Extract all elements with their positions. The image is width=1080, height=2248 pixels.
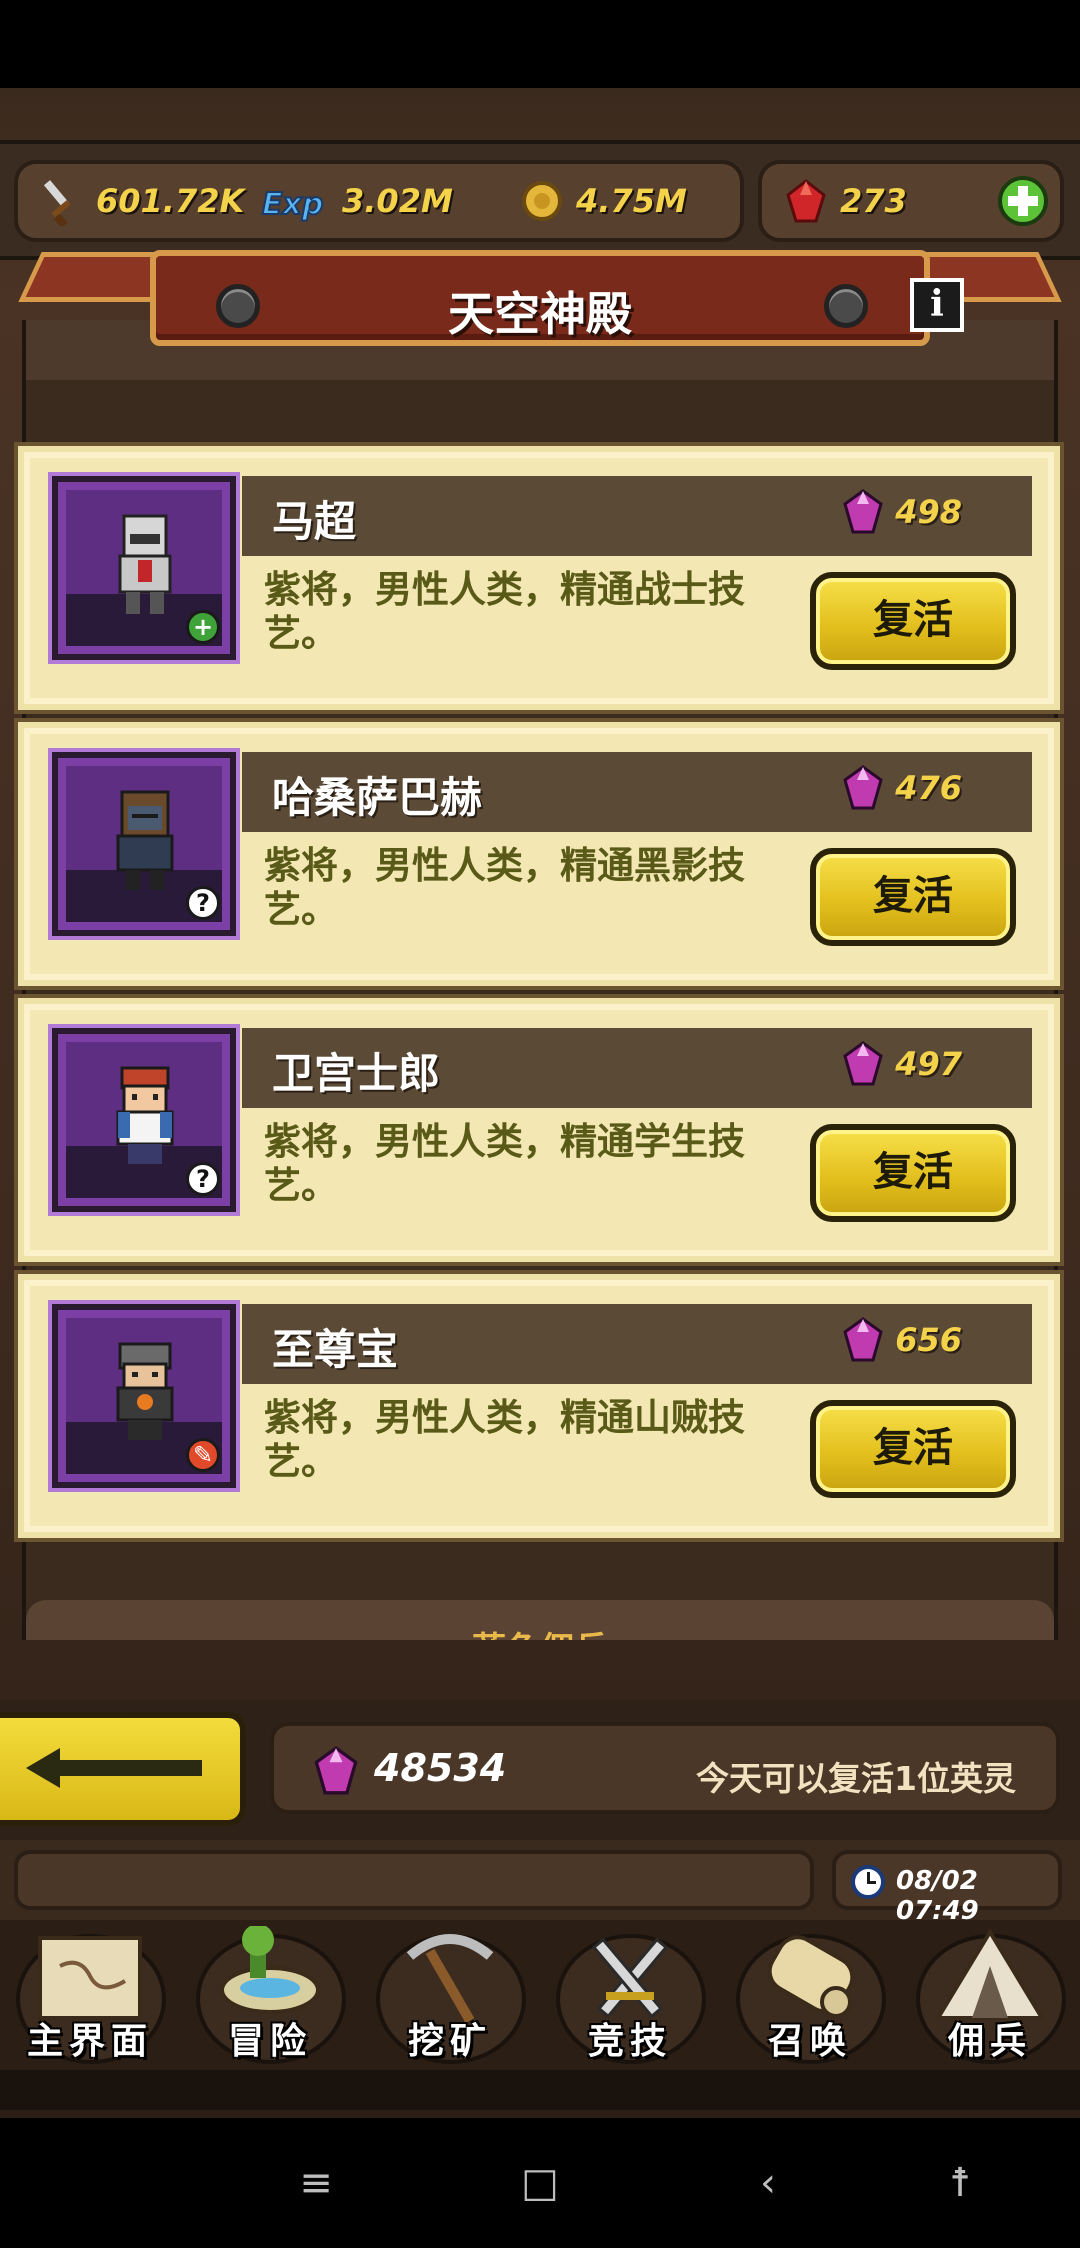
hero-card: ? 卫宫士郎 497 紫将，男性人类，精通学生技艺。 复活 <box>14 994 1064 1266</box>
nav-shelf <box>0 2070 1080 2110</box>
resource-pill-main: 601.72K Exp 3.02M 4.75M <box>14 160 744 242</box>
exp-icon: Exp <box>261 186 324 223</box>
badge-add-icon: + <box>186 610 220 644</box>
purple-gem-icon <box>843 489 883 534</box>
ruby-value: 273 <box>840 182 907 220</box>
exp-value: 3.02M <box>342 182 453 220</box>
nav-label: 竞技 <box>587 2021 672 2062</box>
hero-description: 紫将，男性人类，精通山贼技艺。 <box>264 1396 745 1483</box>
hero-description: 紫将，男性人类，精通战士技艺。 <box>264 568 745 655</box>
badge-unknown-icon: ? <box>186 886 220 920</box>
purple-gem-icon <box>843 765 883 810</box>
hero-name-bar: 哈桑萨巴赫 476 <box>242 752 1032 832</box>
revive-cost: 656 <box>841 1316 962 1364</box>
armored-knight-icon <box>118 514 172 614</box>
nav-mining[interactable]: 挖矿 <box>360 1920 540 2080</box>
hero-card: ? 哈桑萨巴赫 476 紫将，男性人类，精通黑影技艺。 复活 <box>14 718 1064 990</box>
hero-card: + 马超 498 紫将，男性人类，精通战士技艺。 复活 <box>14 442 1064 714</box>
menu-icon[interactable]: ≡ <box>256 2118 376 2248</box>
hero-portrait[interactable]: ? <box>48 748 240 940</box>
revive-cost: 476 <box>841 764 962 812</box>
hero-name-bar: 至尊宝 656 <box>242 1304 1032 1384</box>
nav-label: 主界面 <box>26 2021 153 2062</box>
hero-portrait[interactable]: ? <box>48 1024 240 1216</box>
resource-pill-ruby: 273 <box>758 160 1064 242</box>
chat-bar: 08/02 07:49 <box>0 1840 1080 1926</box>
cost-value: 498 <box>895 493 962 531</box>
main-nav: 主界面 冒险 挖矿 竞技 召唤 佣兵 <box>0 1920 1080 2110</box>
clock-icon <box>851 1865 885 1899</box>
info-button[interactable]: i <box>910 278 964 332</box>
ruby-icon <box>786 179 826 223</box>
add-ruby-button[interactable] <box>996 174 1050 228</box>
purple-gem-icon <box>843 1041 883 1086</box>
revive-button[interactable]: 复活 <box>810 1124 1016 1222</box>
revive-cost: 497 <box>841 1040 962 1088</box>
svg-text:Exp: Exp <box>262 187 323 222</box>
action-bar: 48534 今天可以复活1位英灵 <box>0 1700 1080 1840</box>
gold-coin-icon <box>522 181 562 221</box>
hero-description: 紫将，男性人类，精通学生技艺。 <box>264 1120 745 1207</box>
home-icon[interactable]: □ <box>480 2118 600 2248</box>
page-title: 天空神殿 <box>448 287 632 341</box>
purple-gem-icon <box>314 1746 358 1795</box>
student-hero-icon <box>116 1066 174 1164</box>
cost-value: 656 <box>895 1321 962 1359</box>
nav-adventure[interactable]: 冒险 <box>180 1920 360 2080</box>
nav-main[interactable]: 主界面 <box>0 1920 180 2080</box>
attack-value: 601.72K <box>96 182 245 220</box>
hero-name-bar: 马超 498 <box>242 476 1032 556</box>
nav-summon[interactable]: 召唤 <box>720 1920 900 2080</box>
hero-card: ✎ 至尊宝 656 紫将，男性人类，精通山贼技艺。 复活 <box>14 1270 1064 1542</box>
purple-gem-icon <box>843 1317 883 1362</box>
status-bar <box>0 0 1080 88</box>
nav-label: 佣兵 <box>947 2021 1032 2062</box>
title-banner: 天空神殿 i <box>0 240 1080 360</box>
gem-total-panel: 48534 今天可以复活1位英灵 <box>270 1722 1060 1814</box>
nav-label: 冒险 <box>227 2021 312 2062</box>
back-icon[interactable]: ‹ <box>708 2118 828 2248</box>
back-button[interactable] <box>0 1712 246 1826</box>
ruby-resource: 273 <box>782 164 907 238</box>
hero-portrait[interactable]: + <box>48 472 240 664</box>
time-pill: 08/02 07:49 <box>832 1850 1062 1926</box>
accessibility-icon[interactable]: ☨ <box>900 2118 1020 2248</box>
hero-description: 紫将，男性人类，精通黑影技艺。 <box>264 844 745 931</box>
banner-plate: 天空神殿 i <box>150 250 964 346</box>
system-nav-bar: ≡ □ ‹ ☨ <box>0 2118 1080 2248</box>
gold-resource: 4.75M <box>518 164 687 238</box>
gold-value: 4.75M <box>576 182 687 220</box>
revive-button[interactable]: 复活 <box>810 572 1016 670</box>
gem-total-value: 48534 <box>374 1746 507 1790</box>
nav-label: 召唤 <box>767 2021 852 2062</box>
chat-input[interactable] <box>14 1850 814 1910</box>
badge-edit-icon: ✎ <box>186 1438 220 1472</box>
hero-name: 哈桑萨巴赫 <box>272 773 483 822</box>
hero-portrait[interactable]: ✎ <box>48 1300 240 1492</box>
sword-icon <box>43 180 71 226</box>
badge-unknown-icon: ? <box>186 1162 220 1196</box>
time-text: 08/02 07:49 <box>896 1866 979 1926</box>
hero-name: 至尊宝 <box>272 1325 399 1374</box>
nav-arena[interactable]: 竞技 <box>540 1920 720 2080</box>
hero-name: 卫宫士郎 <box>272 1049 441 1098</box>
cost-value: 476 <box>895 769 962 807</box>
revive-cost: 498 <box>841 488 962 536</box>
bolt-icon <box>824 284 868 328</box>
revive-hint-text: 今天可以复活1位英灵 <box>696 1759 1016 1798</box>
attack-resource: 601.72K <box>36 164 244 238</box>
next-section-title: 蓝色佣兵 <box>26 1622 1054 1640</box>
revive-button[interactable]: 复活 <box>810 848 1016 946</box>
cost-value: 497 <box>895 1045 962 1083</box>
revive-button[interactable]: 复活 <box>810 1400 1016 1498</box>
nav-label: 挖矿 <box>407 2021 492 2062</box>
nav-mercenary[interactable]: 佣兵 <box>900 1920 1080 2080</box>
hero-name: 马超 <box>272 497 357 546</box>
bandit-hero-icon <box>116 1342 174 1440</box>
hooded-assassin-icon <box>116 790 174 890</box>
hero-name-bar: 卫宫士郎 497 <box>242 1028 1032 1108</box>
back-arrow-icon <box>26 1748 202 1788</box>
exp-resource: Exp 3.02M <box>258 164 453 238</box>
